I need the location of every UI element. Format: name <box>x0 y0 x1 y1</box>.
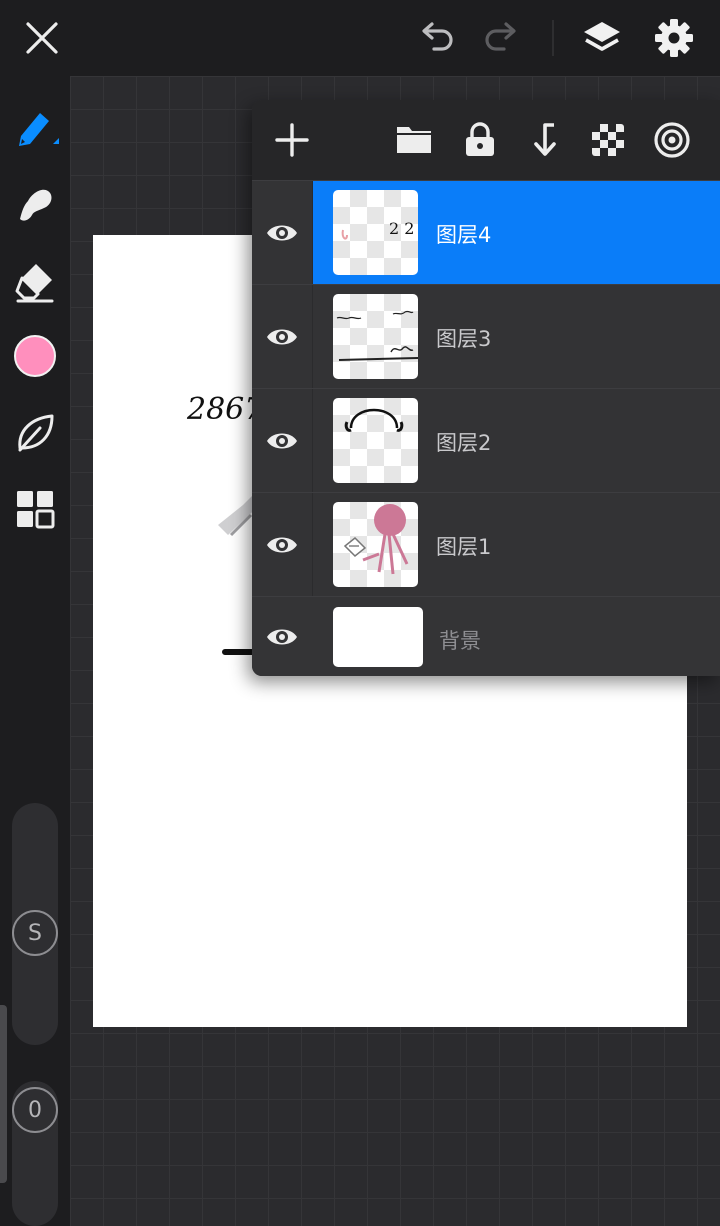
layer-visibility-toggle[interactable] <box>264 527 300 563</box>
layer-folder-button[interactable] <box>390 116 438 164</box>
smudge-tool-button[interactable] <box>10 179 60 229</box>
undo-button[interactable] <box>412 14 460 62</box>
close-icon <box>26 22 58 54</box>
background-thumbnail <box>333 607 423 667</box>
layer-visibility-toggle[interactable] <box>264 215 300 251</box>
side-panel-handle[interactable] <box>0 1005 7 1183</box>
layer-row-2[interactable]: 图层2 <box>252 388 720 493</box>
layer-name: 图层1 <box>436 535 492 559</box>
gear-icon <box>655 19 693 57</box>
layer-thumbnail <box>333 398 418 483</box>
layer-thumbnail-art <box>343 504 409 575</box>
eye-icon <box>267 225 297 241</box>
undo-icon <box>422 22 453 51</box>
lock-icon <box>466 122 494 156</box>
toolbar-divider <box>552 20 554 56</box>
blend-mode-button[interactable] <box>648 116 696 164</box>
settings-button[interactable] <box>650 14 698 62</box>
transparency-button[interactable] <box>584 116 632 164</box>
background-layer-row[interactable]: 背景 <box>252 596 720 676</box>
layer-thumbnail <box>333 294 418 379</box>
materials-button[interactable] <box>10 484 60 534</box>
app-root: 2867 S 0 2 2 图层4 图层3 图层2 图层1 背景 <box>0 0 720 1226</box>
eye-icon <box>267 629 297 645</box>
eraser-icon <box>15 264 54 303</box>
layer-visibility-toggle[interactable] <box>264 319 300 355</box>
grid-icon <box>17 491 55 529</box>
layers-panel: 2 2 图层4 图层3 图层2 图层1 背景 <box>252 100 720 676</box>
layers-icon <box>584 22 620 51</box>
layer-row-3[interactable]: 图层3 <box>252 284 720 389</box>
lock-layer-button[interactable] <box>456 116 504 164</box>
blend-tool-button[interactable] <box>10 408 60 458</box>
close-button[interactable] <box>18 14 66 62</box>
brush-size-knob[interactable]: S <box>12 910 58 956</box>
redo-icon <box>485 22 516 51</box>
eye-icon <box>267 537 297 553</box>
leaf-icon <box>18 414 54 452</box>
add-layer-button[interactable] <box>268 116 316 164</box>
merge-down-button[interactable] <box>520 116 568 164</box>
transparency-icon <box>592 124 624 156</box>
layer-visibility-toggle[interactable] <box>264 423 300 459</box>
layer-name: 图层4 <box>436 223 492 247</box>
redo-button[interactable] <box>478 14 526 62</box>
eye-icon <box>267 329 297 345</box>
color-picker-button[interactable] <box>10 331 60 381</box>
layer-thumbnail-art <box>336 310 418 361</box>
current-color-swatch <box>14 335 56 377</box>
brush-opacity-knob[interactable]: 0 <box>12 1087 58 1133</box>
brush-icon <box>19 113 59 146</box>
layer-visibility-toggle[interactable] <box>264 619 300 655</box>
folder-icon <box>397 127 431 153</box>
layer-thumbnail-art: 2 2 <box>341 219 414 240</box>
eye-icon <box>267 433 297 449</box>
background-layer-name: 背景 <box>439 629 481 653</box>
merge-down-icon <box>534 123 556 156</box>
layers-toolbar <box>252 100 720 180</box>
layer-thumbnail <box>333 502 418 587</box>
layer-row-4[interactable]: 2 2 图层4 <box>252 180 720 285</box>
top-toolbar <box>0 0 720 76</box>
layer-thumbnail: 2 2 <box>333 190 418 275</box>
layer-name: 图层2 <box>436 431 492 455</box>
smudge-icon <box>20 189 52 221</box>
layer-name: 图层3 <box>436 327 492 351</box>
eraser-tool-button[interactable] <box>10 257 60 307</box>
layers-button[interactable] <box>578 14 626 62</box>
blend-mode-icon <box>654 122 690 158</box>
layer-row-1[interactable]: 图层1 <box>252 492 720 597</box>
brush-tool-button[interactable] <box>10 103 60 153</box>
layer-thumbnail-art <box>344 408 404 432</box>
left-toolbar: S 0 <box>0 76 70 1226</box>
svg-text:2 2: 2 2 <box>389 219 414 238</box>
add-layer-icon <box>275 123 309 157</box>
